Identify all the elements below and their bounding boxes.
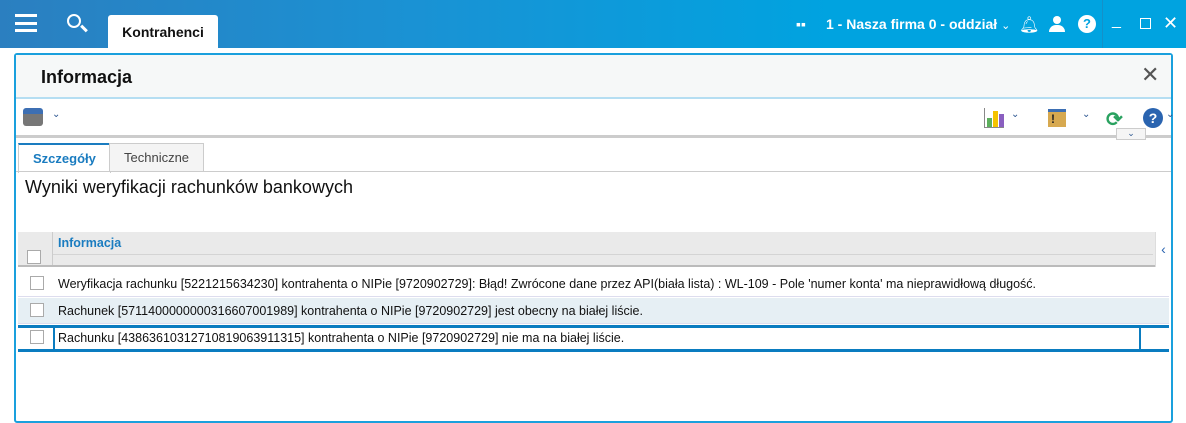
bell-icon[interactable]: 🔔︎: [1019, 15, 1039, 35]
table-row[interactable]: Weryfikacja rachunku [5221215634230] kon…: [18, 271, 1169, 297]
chart-icon[interactable]: [984, 108, 1004, 128]
maximize-button[interactable]: [1140, 18, 1151, 29]
close-dialog-button[interactable]: ✕: [1141, 62, 1159, 88]
print-icon[interactable]: [23, 108, 43, 126]
row-text: Weryfikacja rachunku [5221215634230] kon…: [58, 277, 1037, 291]
tab-line: [16, 171, 1171, 172]
divider: [1102, 0, 1103, 48]
minimize-button[interactable]: _: [1112, 12, 1121, 30]
column-divider: [52, 232, 53, 265]
search-icon-handle: [80, 24, 88, 33]
table-row[interactable]: Rachunek [57114000000003166070​01989] ko…: [18, 298, 1169, 324]
filter-row: [53, 254, 1153, 255]
menu-icon[interactable]: [15, 14, 37, 32]
search-icon[interactable]: [67, 14, 81, 28]
config-warning-icon[interactable]: !: [1048, 109, 1066, 127]
section-heading: Wyniki weryfikacji rachunków bankowych: [25, 177, 353, 197]
row-checkbox[interactable]: [30, 276, 44, 290]
row-text: Rachunku [43863610312710819063911315] ko…: [58, 331, 625, 345]
top-bar: Kontrahenci ▪▪ 1 - Nasza firma 0 - oddzi…: [0, 0, 1186, 49]
company-label: 1 - Nasza firma 0 - oddział: [826, 16, 998, 32]
toolbar: ⌄ ⌄ ! ⌄ ⟳ ? ⌄: [16, 99, 1174, 135]
help-dropdown-chevron[interactable]: ⌄: [1166, 109, 1174, 120]
information-dialog: Informacja ✕ ⌄ ⌄ ! ⌄ ⟳ ? ⌄ ⌄ Szczegóły T…: [14, 53, 1174, 423]
print-dropdown-chevron[interactable]: ⌄: [52, 109, 60, 120]
tab-techniczne[interactable]: Techniczne: [109, 143, 205, 172]
collapse-panel-button[interactable]: ‹: [1155, 232, 1171, 267]
config-dropdown-chevron[interactable]: ⌄: [1082, 109, 1090, 120]
collapse-toolbar-button[interactable]: ⌄: [1116, 128, 1146, 140]
row-text: Rachunek [57114000000003166070​01989] ko…: [58, 304, 643, 318]
toolbar-separator: [16, 135, 1171, 138]
grid-header: Informacja: [18, 232, 1155, 267]
apps-icon[interactable]: ▪▪: [796, 16, 806, 32]
dialog-header: Informacja ✕: [16, 55, 1171, 99]
tab-kontrahenci[interactable]: Kontrahenci: [108, 15, 218, 49]
help-button-icon[interactable]: ?: [1143, 108, 1163, 128]
column-header-informacja[interactable]: Informacja: [58, 236, 121, 250]
company-selector[interactable]: 1 - Nasza firma 0 - oddział ⌄: [826, 16, 1010, 32]
row-checkbox[interactable]: [30, 303, 44, 317]
tab-szczegoly[interactable]: Szczegóły: [18, 143, 111, 173]
select-all-checkbox[interactable]: [27, 250, 41, 264]
help-icon[interactable]: ?: [1078, 15, 1096, 33]
dialog-title: Informacja: [41, 67, 133, 87]
close-window-button[interactable]: ✕: [1163, 13, 1178, 34]
chart-dropdown-chevron[interactable]: ⌄: [1011, 109, 1019, 120]
table-row-selected[interactable]: Rachunku [43863610312710819063911315] ko…: [18, 325, 1169, 352]
row-checkbox[interactable]: [30, 330, 44, 344]
user-icon[interactable]: [1049, 16, 1065, 32]
